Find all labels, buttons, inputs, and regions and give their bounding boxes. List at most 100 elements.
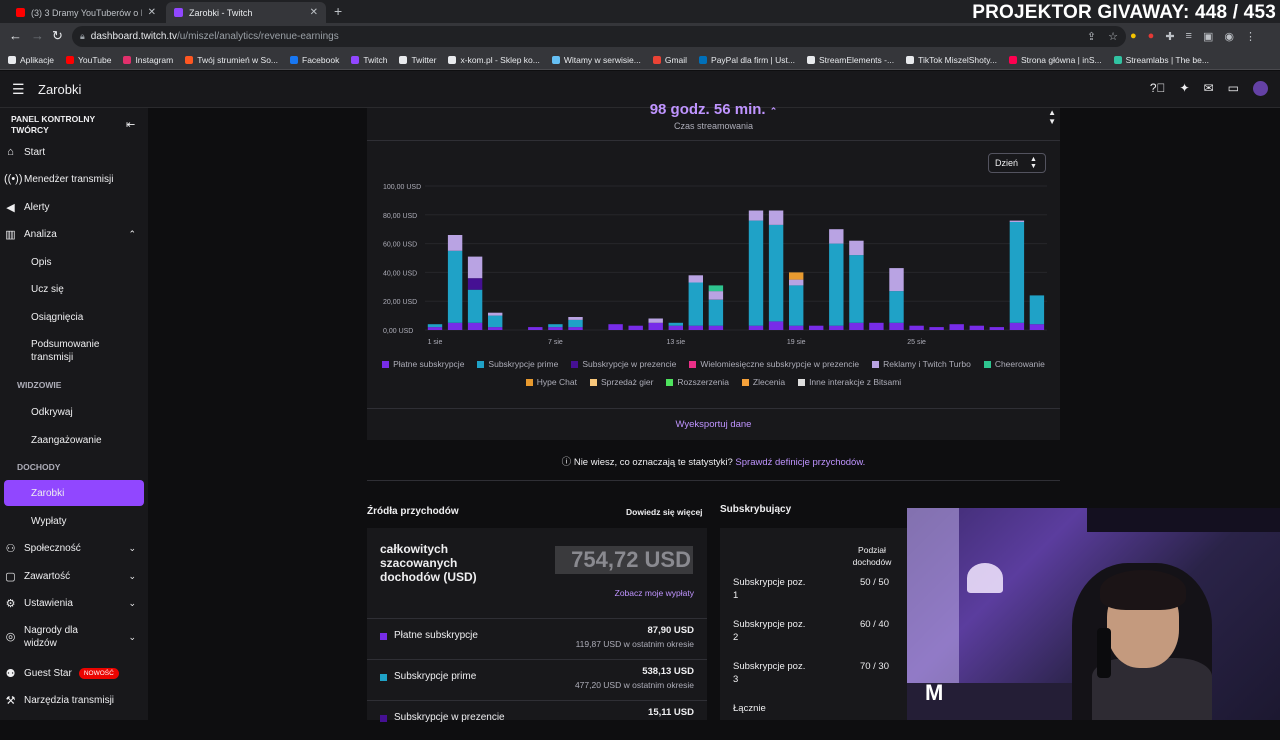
bar-segment[interactable] (849, 322, 864, 330)
bar-segment[interactable] (969, 325, 984, 330)
bar-segment[interactable] (488, 312, 503, 316)
media-queue-icon[interactable]: ≡ (1186, 30, 1192, 43)
extensions-puzzle-icon[interactable]: ✚ (1165, 30, 1174, 43)
bar-segment[interactable] (1009, 222, 1025, 323)
bar-segment[interactable] (467, 278, 483, 290)
bar-segment[interactable] (1029, 324, 1045, 330)
bookmark-item[interactable]: Aplikacje (8, 55, 54, 65)
bookmark-item[interactable]: YouTube (66, 55, 111, 65)
sidebar-item-guest-star[interactable]: ⚉ Guest Star NOWOŚĆ (4, 667, 144, 680)
bookmark-item[interactable]: Instagram (123, 55, 173, 65)
bar-segment[interactable] (748, 210, 764, 221)
bar-segment[interactable] (809, 325, 824, 330)
bar-segment[interactable] (688, 282, 703, 326)
bookmark-item[interactable]: Streamlabs | The be... (1113, 55, 1209, 65)
bar-segment[interactable] (427, 324, 443, 328)
bar-segment[interactable] (528, 327, 543, 330)
bar-segment[interactable] (708, 285, 724, 292)
bar-segment[interactable] (829, 229, 844, 244)
sidebar-item-stream-tools[interactable]: ⚒ Narzędzia transmisji (4, 694, 144, 707)
bar-segment[interactable] (708, 325, 724, 330)
legend-item[interactable]: Subskrypcje prime (477, 359, 558, 369)
bar-segment[interactable] (447, 235, 463, 251)
browser-menu-icon[interactable]: ⋮ (1245, 30, 1256, 43)
bar-segment[interactable] (829, 243, 844, 326)
browser-tab-twitch[interactable]: Zarobki - Twitch ✕ (166, 2, 326, 23)
sidebar-subitem-learn[interactable]: Ucz się (31, 283, 141, 296)
sidebar-item-settings[interactable]: ⚙ Ustawienia ⌄ (4, 597, 144, 610)
bookmark-item[interactable]: Twitter (399, 55, 436, 65)
export-data-button[interactable]: Wyeksportuj dane (367, 408, 1060, 440)
bar-segment[interactable] (628, 325, 643, 330)
bar-segment[interactable] (648, 322, 663, 330)
bookmark-item[interactable]: Twitch (351, 55, 387, 65)
bar-segment[interactable] (748, 325, 764, 330)
sidebar-subitem-achievements[interactable]: Osiągnięcia (31, 311, 141, 324)
bar-segment[interactable] (548, 327, 563, 330)
sidebar-item-start[interactable]: ⌂ Start (4, 146, 144, 158)
sort-arrows-icon[interactable]: ▲ ▼ (1048, 108, 1056, 126)
bar-segment[interactable] (789, 285, 804, 326)
sidebar-item-stream-manager[interactable]: ((•)) Menedżer transmisji (4, 173, 144, 185)
bar-segment[interactable] (467, 256, 483, 279)
sidebar-item-viewer-rewards[interactable]: ◎ Nagrody dla widzów ⌄ (4, 624, 144, 650)
legend-item[interactable]: Wielomiesięczne subskrypcje w prezencie (689, 359, 859, 369)
bar-segment[interactable] (447, 250, 463, 323)
bar-segment[interactable] (989, 327, 1004, 330)
sidebar-subitem-earnings[interactable]: Zarobki (31, 487, 141, 500)
bookmark-item[interactable]: PayPal dla firm | Ust... (699, 55, 795, 65)
bar-segment[interactable] (648, 318, 663, 323)
sparkle-icon[interactable]: ✦ (1180, 81, 1190, 96)
bar-segment[interactable] (849, 255, 864, 323)
bar-segment[interactable] (708, 299, 724, 326)
bookmark-item[interactable]: StreamElements -... (806, 55, 894, 65)
sidebar-item-content[interactable]: ▢ Zawartość ⌄ (4, 570, 144, 583)
bar-segment[interactable] (467, 289, 483, 323)
sidebar-subitem-overview[interactable]: Opis (31, 256, 141, 269)
bookmark-item[interactable]: Twój strumień w So... (185, 55, 278, 65)
bar-segment[interactable] (488, 315, 503, 328)
legend-item[interactable]: Zlecenia (741, 377, 785, 387)
collapse-sidebar-icon[interactable]: ⇤ (126, 118, 135, 131)
bar-segment[interactable] (467, 322, 483, 330)
bar-segment[interactable] (768, 210, 784, 225)
bar-segment[interactable] (1009, 322, 1025, 330)
bar-segment[interactable] (488, 327, 503, 330)
sidebar-subitem-payouts[interactable]: Wypłaty (31, 515, 141, 528)
sidebar-subitem-discover[interactable]: Odkrywaj (31, 406, 141, 419)
bar-segment[interactable] (889, 268, 904, 292)
sidebar-item-alerts[interactable]: ◀ Alerty (4, 201, 144, 214)
legend-item[interactable]: Rozszerzenia (666, 377, 729, 387)
bookmark-item[interactable]: Facebook (290, 55, 339, 65)
legend-item[interactable]: Subskrypcje w prezencie (571, 359, 676, 369)
legend-item[interactable]: Hype Chat (525, 377, 577, 387)
bar-segment[interactable] (789, 272, 804, 280)
bar-segment[interactable] (688, 325, 703, 330)
legend-item[interactable]: Reklamy i Twitch Turbo (872, 359, 971, 369)
bar-segment[interactable] (708, 291, 724, 300)
bar-segment[interactable] (1029, 295, 1045, 325)
sidebar-item-analytics[interactable]: ▥ Analiza ⌃ (4, 228, 144, 241)
user-avatar[interactable] (1253, 81, 1268, 96)
bookmark-star-icon[interactable]: ☆ (1108, 30, 1118, 43)
share-icon[interactable]: ⇪ (1087, 30, 1096, 43)
bookmark-item[interactable]: x-kom.pl - Sklep ko... (448, 55, 540, 65)
bar-segment[interactable] (447, 322, 463, 330)
whispers-icon[interactable]: ▭ (1228, 81, 1239, 96)
browser-tab-youtube[interactable]: (3) 3 Dramy YouTuberów o Których ✕ (8, 2, 164, 23)
bar-segment[interactable] (949, 324, 964, 330)
sidebar-subitem-engagement[interactable]: Zaangażowanie (31, 434, 141, 447)
close-tab-icon[interactable]: ✕ (148, 7, 156, 18)
bar-segment[interactable] (608, 324, 623, 330)
bar-segment[interactable] (427, 327, 443, 330)
bar-segment[interactable] (668, 325, 683, 330)
reload-icon[interactable]: ↻ (52, 28, 63, 44)
hamburger-menu-icon[interactable]: ☰ (12, 81, 25, 98)
bar-segment[interactable] (768, 224, 784, 322)
legend-item[interactable]: Cheerowanie (983, 359, 1045, 369)
new-tab-icon[interactable]: + (334, 3, 342, 19)
bar-segment[interactable] (1009, 220, 1025, 222)
sidepanel-icon[interactable]: ▣ (1203, 30, 1213, 43)
profile-avatar-icon[interactable]: ◉ (1224, 30, 1234, 43)
legend-item[interactable]: Płatne subskrypcje (382, 359, 464, 369)
